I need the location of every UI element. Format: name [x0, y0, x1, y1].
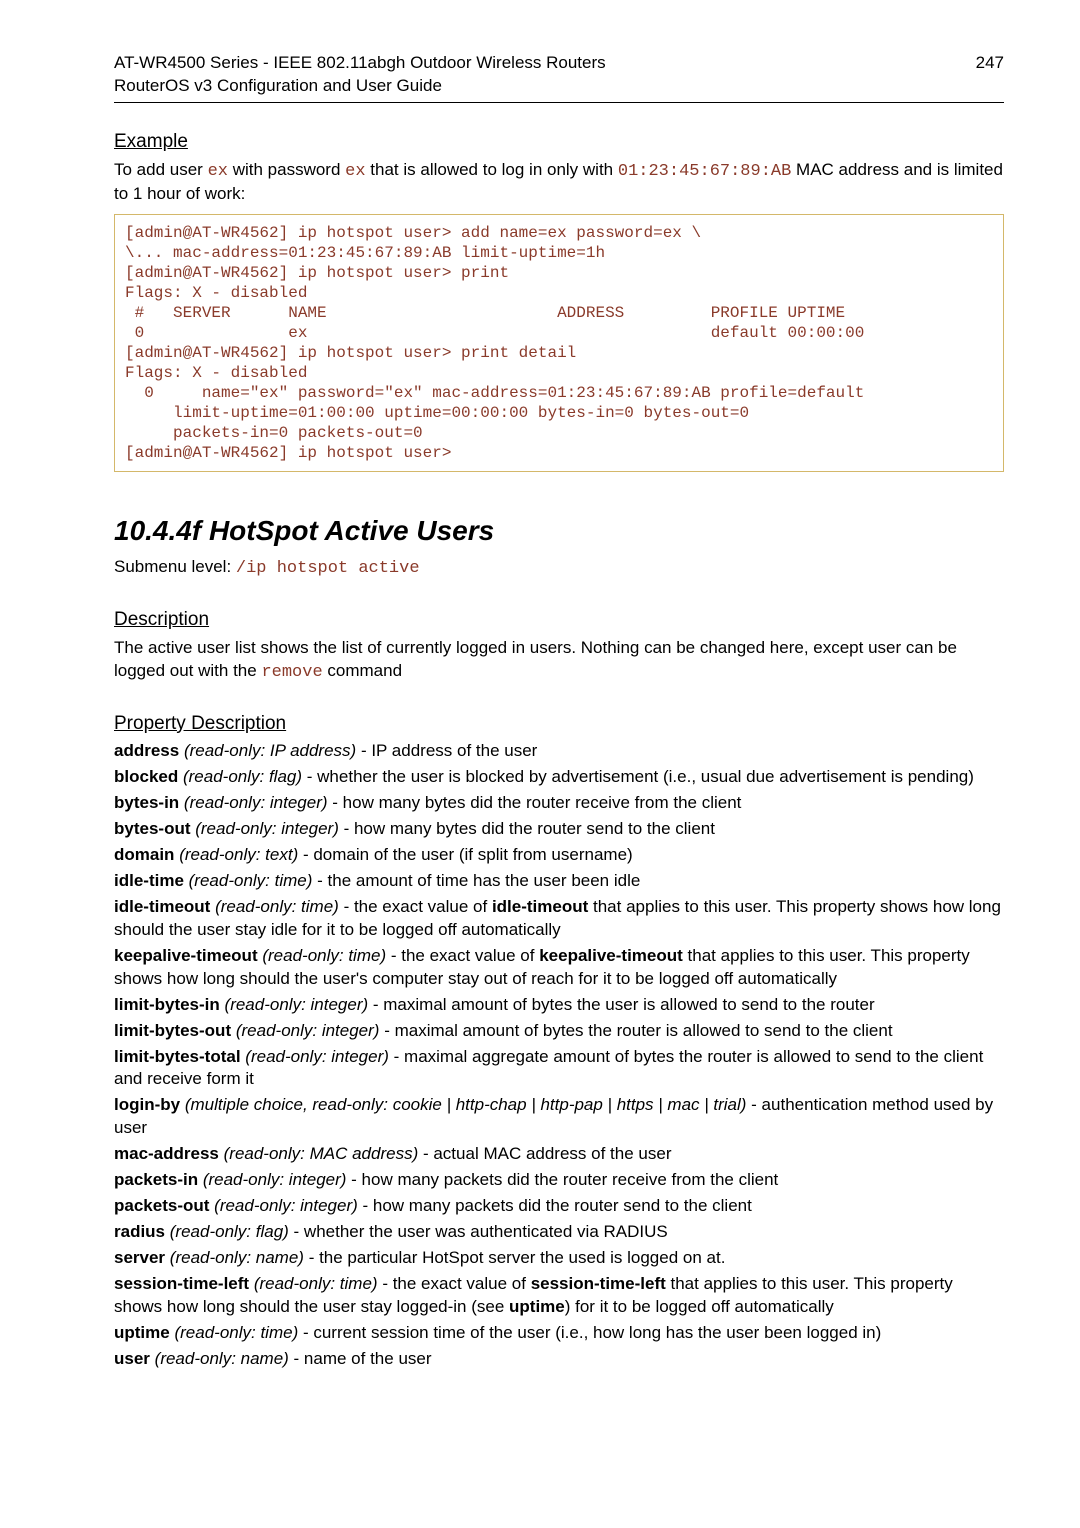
example-intro: To add user ex with password ex that is … [114, 159, 1004, 207]
example-user: ex [208, 162, 228, 181]
prop-server: server (read-only: name) - the particula… [114, 1247, 1004, 1270]
prop-keepalive-timeout: keepalive-timeout (read-only: time) - th… [114, 945, 1004, 991]
example-code: [admin@AT-WR4562] ip hotspot user> add n… [114, 214, 1004, 472]
prop-mac-address: mac-address (read-only: MAC address) - a… [114, 1143, 1004, 1166]
page-content: AT-WR4500 Series - IEEE 802.11abgh Outdo… [0, 0, 1080, 1434]
description-heading: Description [114, 607, 1004, 633]
example-pass: ex [345, 162, 365, 181]
prop-limit-bytes-in: limit-bytes-in (read-only: integer) - ma… [114, 994, 1004, 1017]
prop-idle-time: idle-time (read-only: time) - the amount… [114, 870, 1004, 893]
prop-bytes-out: bytes-out (read-only: integer) - how man… [114, 818, 1004, 841]
prop-address: address (read-only: IP address) - IP add… [114, 740, 1004, 763]
submenu-level: Submenu level: /ip hotspot active [114, 556, 1004, 581]
prop-blocked: blocked (read-only: flag) - whether the … [114, 766, 1004, 789]
prop-limit-bytes-out: limit-bytes-out (read-only: integer) - m… [114, 1020, 1004, 1043]
prop-uptime: uptime (read-only: time) - current sessi… [114, 1322, 1004, 1345]
prop-session-time-left: session-time-left (read-only: time) - th… [114, 1273, 1004, 1319]
property-description-heading: Property Description [114, 711, 1004, 737]
example-mac: 01:23:45:67:89:AB [618, 162, 791, 181]
prop-login-by: login-by (multiple choice, read-only: co… [114, 1094, 1004, 1140]
prop-packets-in: packets-in (read-only: integer) - how ma… [114, 1169, 1004, 1192]
prop-limit-bytes-total: limit-bytes-total (read-only: integer) -… [114, 1046, 1004, 1092]
prop-idle-timeout: idle-timeout (read-only: time) - the exa… [114, 896, 1004, 942]
prop-packets-out: packets-out (read-only: integer) - how m… [114, 1195, 1004, 1218]
example-heading: Example [114, 129, 1004, 155]
property-list: address (read-only: IP address) - IP add… [114, 740, 1004, 1370]
prop-domain: domain (read-only: text) - domain of the… [114, 844, 1004, 867]
prop-user: user (read-only: name) - name of the use… [114, 1348, 1004, 1371]
header-divider [114, 102, 1004, 103]
description-body: The active user list shows the list of c… [114, 637, 1004, 685]
page-header: AT-WR4500 Series - IEEE 802.11abgh Outdo… [114, 52, 1004, 98]
page-number: 247 [976, 52, 1004, 75]
header-title: AT-WR4500 Series - IEEE 802.11abgh Outdo… [114, 52, 606, 98]
prop-bytes-in: bytes-in (read-only: integer) - how many… [114, 792, 1004, 815]
section-title: 10.4.4f HotSpot Active Users [114, 512, 1004, 550]
prop-radius: radius (read-only: flag) - whether the u… [114, 1221, 1004, 1244]
